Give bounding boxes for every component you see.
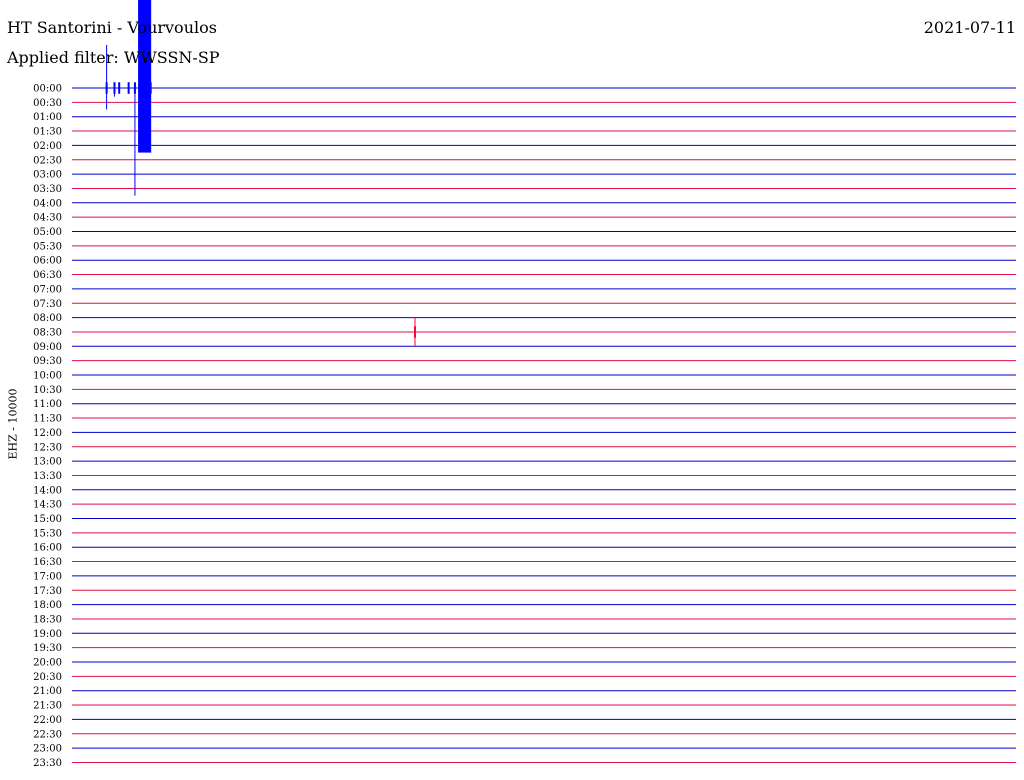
time-label: 11:00: [33, 399, 62, 410]
time-label: 02:00: [33, 141, 62, 152]
seismic-spike-core: [118, 82, 121, 94]
time-label: 20:30: [33, 672, 62, 683]
time-label: 06:30: [33, 270, 62, 281]
time-label: 16:30: [33, 557, 62, 568]
time-label: 00:30: [33, 98, 62, 109]
time-label: 23:00: [33, 744, 62, 755]
time-label: 16:00: [33, 543, 62, 554]
station-title: HT Santorini - Vourvoulos: [7, 18, 217, 37]
time-label: 22:00: [33, 715, 62, 726]
time-label: 18:00: [33, 600, 62, 611]
channel-label: EHZ - 10000: [6, 388, 20, 460]
time-label: 07:30: [33, 299, 62, 310]
time-label: 22:30: [33, 729, 62, 740]
filter-label: Applied filter: WWSSN-SP: [7, 48, 220, 67]
time-label: 08:30: [33, 327, 62, 338]
time-label: 07:00: [33, 284, 62, 295]
time-label: 10:00: [33, 371, 62, 382]
time-labels: 00:00 00:30 01:00 01:30 02:00 02:30 03:00 03:30…: [33, 84, 62, 769]
time-label: 19:00: [33, 629, 62, 640]
time-label: 03:30: [33, 184, 62, 195]
time-label: 17:30: [33, 586, 62, 597]
time-label: 01:00: [33, 112, 62, 123]
time-label: 12:00: [33, 428, 62, 439]
time-label: 13:00: [33, 457, 62, 468]
time-label: 04:30: [33, 213, 62, 224]
time-label: 05:00: [33, 227, 62, 238]
time-label: 23:30: [33, 758, 62, 769]
time-label: 11:30: [33, 414, 62, 425]
time-label: 02:30: [33, 155, 62, 166]
time-label: 08:00: [33, 313, 62, 324]
time-label: 14:00: [33, 485, 62, 496]
seismic-spike-core: [133, 82, 136, 94]
seismic-spike-core: [149, 82, 152, 94]
time-label: 06:00: [33, 256, 62, 267]
seismic-spike-core: [413, 326, 416, 338]
seismic-spike-core: [105, 82, 108, 94]
trace-rows: [72, 87, 1016, 763]
time-label: 09:00: [33, 342, 62, 353]
time-label: 13:30: [33, 471, 62, 482]
time-label: 09:30: [33, 356, 62, 367]
seismic-spike-core: [127, 82, 130, 94]
time-label: 12:30: [33, 442, 62, 453]
seismic-spike-core: [113, 82, 116, 94]
time-label: 00:00: [33, 84, 62, 95]
time-label: 05:30: [33, 241, 62, 252]
time-label: 19:30: [33, 643, 62, 654]
time-label: 21:00: [33, 686, 62, 697]
time-label: 18:30: [33, 614, 62, 625]
helicorder-plot: 00:00 00:30 01:00 01:30 02:00 02:30 03:00 03:30…: [33, 0, 1016, 769]
date-label: 2021-07-11: [923, 18, 1016, 37]
time-label: 17:00: [33, 571, 62, 582]
time-label: 01:30: [33, 127, 62, 138]
time-label: 15:30: [33, 528, 62, 539]
time-label: 14:30: [33, 500, 62, 511]
time-label: 15:00: [33, 514, 62, 525]
time-label: 03:00: [33, 170, 62, 181]
time-label: 10:30: [33, 385, 62, 396]
time-label: 20:00: [33, 658, 62, 669]
time-label: 21:30: [33, 701, 62, 712]
seismic-spike-core: [143, 82, 146, 94]
time-label: 04:00: [33, 198, 62, 209]
